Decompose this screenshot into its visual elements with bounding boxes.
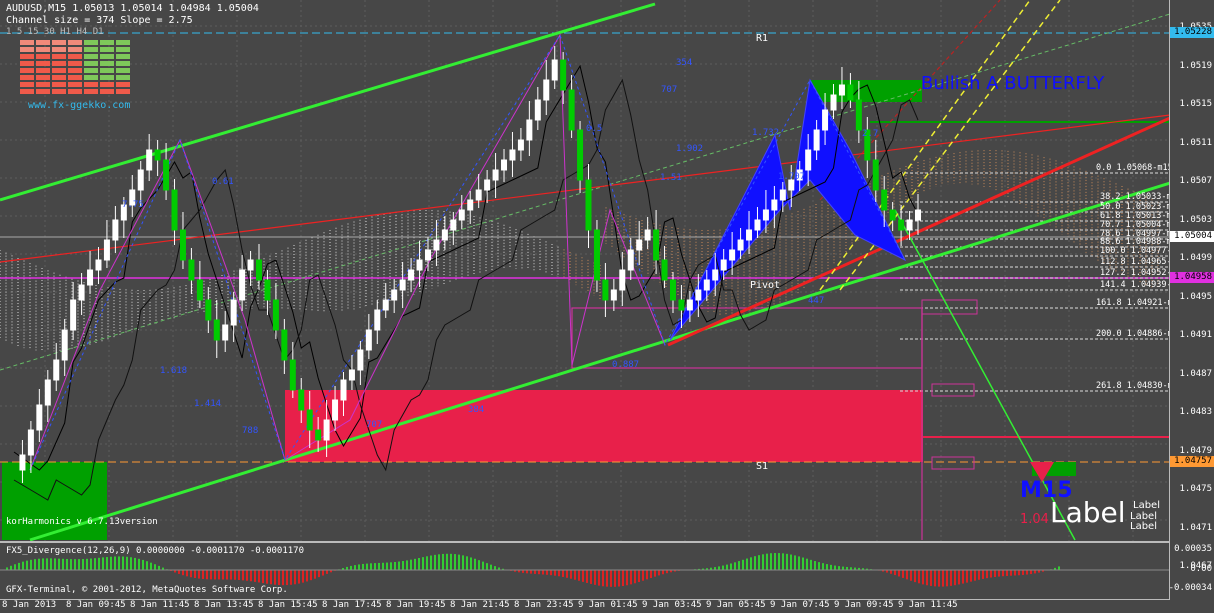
fib-level-label: 0.0 1.05068-m15 [1096, 163, 1173, 173]
magenta-tag-2 [931, 383, 975, 397]
time-tick: 9 Jan 11:45 [898, 600, 958, 610]
time-tick: 8 Jan 09:45 [66, 600, 126, 610]
harmonic-ratio: 2.7 [862, 129, 879, 139]
time-tick: 9 Jan 01:45 [578, 600, 638, 610]
harmonic-ratio: 7.75 [122, 200, 144, 210]
price-tick: 1.0471 [1179, 522, 1212, 533]
harmonic-ratio: 0.5 [586, 124, 603, 134]
target-text: 1.04 [1020, 512, 1049, 527]
site-link[interactable]: www.fx-ggekko.com [28, 100, 130, 111]
harmonic-ratio: 1.414 [194, 399, 222, 409]
time-tick: 8 Jan 13:45 [194, 600, 254, 610]
indicator-tick: 0.00035 [1174, 544, 1212, 554]
red-trend-thin [0, 114, 1170, 263]
harmonics-version: korHarmonics v 6.7.13version [6, 517, 158, 527]
price-tick: 1.0495 [1179, 291, 1212, 302]
harmonic-ratio: 0.887 [612, 360, 640, 370]
indicator-tick: 0.00 [1190, 564, 1212, 574]
pattern-title: Bullish A BUTTERFLY [921, 73, 1105, 94]
price-tick: 1.0475 [1179, 484, 1212, 494]
price-tick: 1.0515 [1179, 99, 1212, 109]
current-price-box: 1.05004 [1170, 231, 1214, 242]
strength-meter [20, 40, 132, 98]
channel-line: Channel size = 374 Slope = 2.75 [6, 15, 193, 26]
histogram [0, 553, 1170, 587]
time-tick: 8 Jan 11:45 [130, 600, 190, 610]
time-tick: 8 Jan 2013 [2, 600, 57, 610]
magenta-tag-1 [921, 299, 978, 315]
bull-zone [810, 80, 922, 102]
time-tick: 9 Jan 09:45 [834, 600, 894, 610]
price-tick: 1.0507 [1179, 176, 1212, 186]
time-tick: 9 Jan 07:45 [770, 600, 830, 610]
r1-price-box: 1.05228 [1170, 27, 1214, 38]
time-tick: 8 Jan 17:45 [322, 600, 382, 610]
harmonic-ratio: 1.51 [660, 173, 682, 183]
pivot-label: Pivot [750, 280, 781, 291]
harmonic-ratio: 1.732 [752, 128, 780, 138]
label-small-3: Label [1130, 521, 1157, 532]
price-tick: 1.0511 [1179, 137, 1212, 148]
harmonic-ratio: 1.707 [778, 172, 806, 182]
price-axis[interactable]: 1.05351.05191.05151.05111.05071.05031.04… [1169, 0, 1214, 600]
harmonic-ratio: 1.902 [676, 144, 704, 154]
r1-label: R1 [756, 33, 769, 44]
price-tick: 1.0499 [1179, 253, 1212, 263]
green-zone [2, 462, 107, 540]
price-tick: 1.0483 [1179, 407, 1212, 417]
time-tick: 9 Jan 05:45 [706, 600, 766, 610]
price-tick: 1.0479 [1179, 445, 1212, 456]
harmonic-ratio: 0.61 [212, 177, 234, 187]
time-tick: 8 Jan 23:45 [514, 600, 574, 610]
price-tick: 1.0487 [1179, 368, 1212, 379]
pivot-price-box: 1.04958 [1170, 272, 1214, 283]
label-small-1: Label [1133, 500, 1160, 511]
harmonic-ratio: 447 [808, 296, 825, 306]
harmonic-ratio: 707 [366, 420, 383, 430]
harmonic-ratio: 707 [661, 85, 678, 95]
harmonic-ratio: 788 [242, 426, 259, 436]
timeframes-line[interactable]: 1 5 15 30 H1 H4 D1 [6, 27, 104, 37]
s1-price-box: 1.04757 [1170, 456, 1214, 467]
indicator-tick: -0.00034 [1168, 583, 1212, 593]
time-tick: 9 Jan 03:45 [642, 600, 702, 610]
harmonic-ratio: 1.618 [160, 366, 188, 376]
copyright: GFX-Terminal, © 2001-2012, MetaQuotes So… [6, 585, 288, 595]
time-axis[interactable]: 8 Jan 2013 8 Jan 09:45 8 Jan 11:45 8 Jan 13… [0, 599, 1170, 613]
symbol-line: AUDUSD,M15 1.05013 1.05014 1.04984 1.050… [6, 3, 259, 14]
harmonic-ratio: 384 [468, 405, 485, 415]
chart-window[interactable]: AUDUSD,M15 1.05013 1.05014 1.04984 1.050… [0, 0, 1214, 613]
price-tick: 1.0503 [1179, 214, 1212, 225]
price-tick: 1.0519 [1179, 60, 1212, 71]
harmonic-ratio: 354 [676, 58, 693, 68]
time-tick: 8 Jan 21:45 [450, 600, 510, 610]
time-tick: 8 Jan 19:45 [386, 600, 446, 610]
time-tick: 8 Jan 15:45 [258, 600, 318, 610]
magenta-tag-3 [931, 456, 975, 470]
indicator-title: FX5_Divergence(12,26,9) 0.0000000 -0.000… [6, 546, 305, 556]
price-tick: 1.0491 [1179, 330, 1212, 340]
butterfly-pattern [669, 78, 907, 341]
label-big: Label [1050, 496, 1126, 529]
s1-label: S1 [756, 461, 769, 472]
